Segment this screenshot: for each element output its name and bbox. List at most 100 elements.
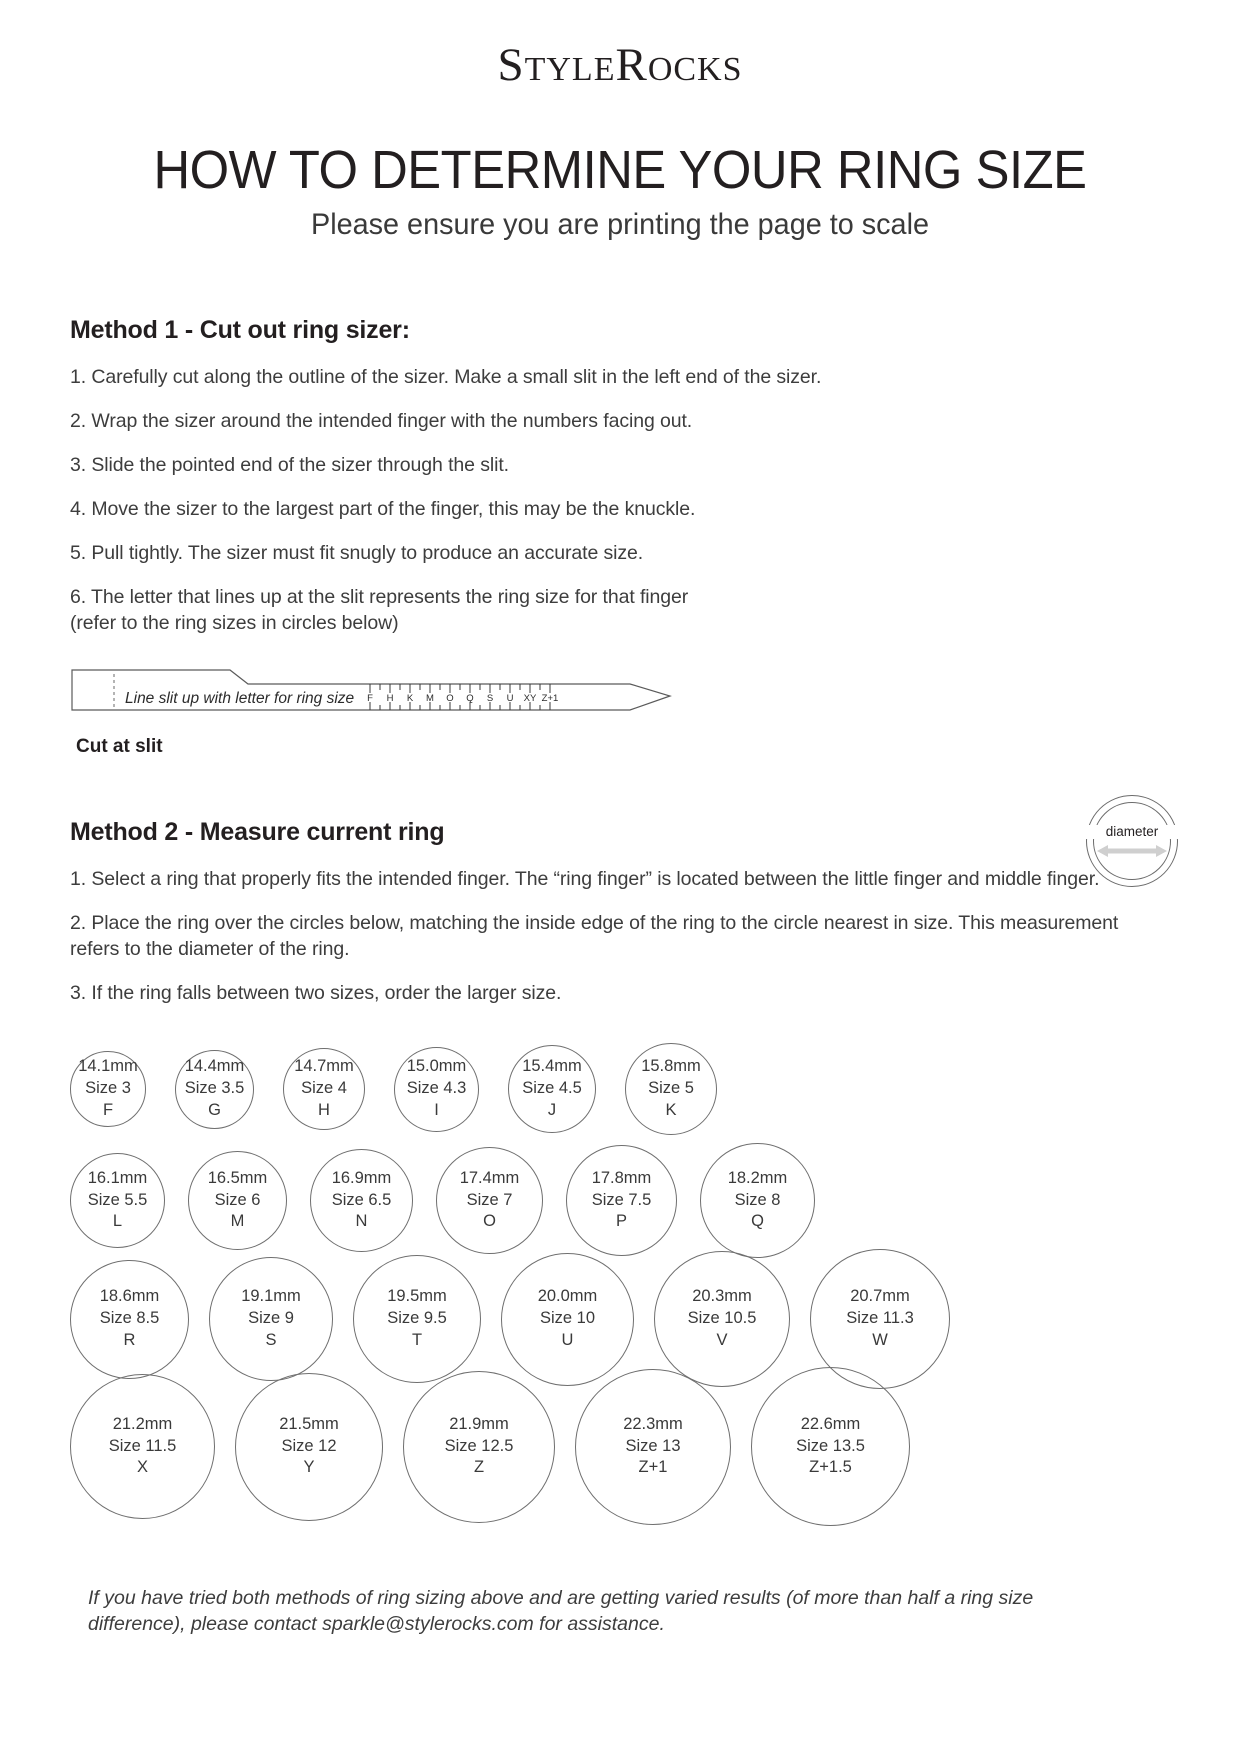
ring-size-cell: 22.6mm Size 13.5 Z+1.5 — [751, 1367, 910, 1526]
ring-size-mm: 20.7mm — [850, 1287, 910, 1306]
ring-size-number: Size 4.3 — [406, 1079, 467, 1098]
method-1-step-1: 1. Carefully cut along the outline of th… — [70, 366, 822, 388]
ring-size-mm: 15.0mm — [406, 1057, 467, 1076]
ring-size-guide-page: STYLEROCKS HOW TO DETERMINE YOUR RING SI… — [0, 0, 1240, 1753]
ring-size-cell: 21.5mm Size 12 Y — [235, 1372, 383, 1521]
ring-size-cell: 16.1mm Size 5.5 L — [70, 1153, 165, 1248]
ring-size-circle: 16.5mm Size 6 M — [188, 1151, 287, 1250]
ring-size-cell: 14.1mm Size 3 F — [70, 1051, 146, 1127]
ring-size-cell: 19.1mm Size 9 S — [209, 1257, 333, 1381]
footer-note: If you have tried both methods of ring s… — [88, 1587, 1034, 1636]
method-1-steps: 1. Carefully cut along the outline of th… — [70, 365, 1170, 636]
method-2-step-3: 3. If the ring falls between two sizes, … — [70, 982, 562, 1005]
ring-size-mm: 17.4mm — [459, 1168, 520, 1187]
sizer-scale-letter: S — [487, 693, 493, 704]
ring-sizer-svg: Line slit up with letter for ring size F… — [71, 669, 672, 712]
ring-sizer-strip: Line slit up with letter for ring size F… — [70, 662, 1170, 726]
ring-size-circle: 19.1mm Size 9 S — [209, 1257, 333, 1381]
ring-size-mm: 14.4mm — [184, 1057, 245, 1076]
ring-size-number: Size 10.5 — [687, 1309, 757, 1328]
diameter-arrow-icon — [1097, 845, 1167, 857]
ring-size-circle: 14.7mm Size 4 H — [283, 1048, 365, 1130]
ring-size-row: 14.1mm Size 3 F 14.4mm Size 3.5 G 14.7mm Size 4… — [70, 1035, 1170, 1143]
ring-size-number: Size 13.5 — [796, 1436, 865, 1455]
ring-size-row: 18.6mm Size 8.5 R 19.1mm Size 9 S 19.5mm Size 9… — [70, 1249, 1170, 1389]
ring-size-cell: 15.0mm Size 4.3 I — [394, 1046, 479, 1132]
ring-size-letter: G — [208, 1100, 221, 1119]
ring-size-circle: 17.4mm Size 7 O — [436, 1147, 543, 1254]
ring-size-cell: 21.2mm Size 11.5 X — [70, 1374, 215, 1519]
sizer-scale-letter: F — [367, 693, 373, 704]
ring-size-row: 16.1mm Size 5.5 L 16.5mm Size 6 M 16.9mm Size 6… — [70, 1143, 1170, 1258]
ring-size-mm: 21.2mm — [112, 1414, 173, 1433]
method-1-step-4: 4. Move the sizer to the largest part of… — [70, 497, 696, 520]
ring-size-letter: I — [434, 1100, 439, 1119]
ring-size-letter: H — [318, 1100, 330, 1119]
diameter-ring-illustration: diameter — [1086, 795, 1178, 887]
sizer-scale-letters: F H K M O Q S U XY Z+1 — [367, 693, 558, 704]
ring-size-letter: P — [615, 1212, 627, 1231]
ring-size-cell: 15.8mm Size 5 K — [625, 1043, 717, 1135]
ring-size-mm: 19.1mm — [241, 1287, 301, 1306]
method-2-steps: 1. Select a ring that properly fits the … — [70, 867, 1170, 1007]
ring-size-circle: 15.8mm Size 5 K — [625, 1043, 717, 1135]
sizer-scale-letter: XY — [524, 693, 537, 704]
ring-size-letter: O — [483, 1212, 496, 1231]
ring-size-mm: 14.7mm — [294, 1057, 354, 1076]
ring-size-number: Size 11.5 — [108, 1436, 177, 1455]
ring-size-mm: 21.5mm — [279, 1414, 339, 1433]
ring-size-mm: 21.9mm — [449, 1414, 509, 1433]
ring-size-circle: 14.4mm Size 3.5 G — [175, 1049, 254, 1129]
ring-size-cell: 17.8mm Size 7.5 P — [566, 1145, 677, 1256]
ring-size-circle: 16.1mm Size 5.5 L — [70, 1153, 165, 1248]
page-subtitle: Please ensure you are printing the page … — [310, 208, 929, 241]
ring-size-number: Size 7.5 — [591, 1190, 652, 1209]
sizer-scale-letter: K — [407, 693, 414, 704]
ring-size-number: Size 6 — [214, 1190, 261, 1209]
ring-size-mm: 14.1mm — [78, 1057, 138, 1076]
ring-size-number: Size 8 — [734, 1190, 781, 1209]
ring-size-letter: Z+1.5 — [809, 1458, 852, 1477]
method-2-step-1: 1. Select a ring that properly fits the … — [70, 868, 1100, 891]
ring-size-mm: 22.6mm — [800, 1414, 861, 1433]
ring-size-circle: 15.0mm Size 4.3 I — [394, 1046, 479, 1132]
method-1-step-3: 3. Slide the pointed end of the sizer th… — [70, 453, 509, 476]
ring-size-letter: W — [872, 1330, 888, 1349]
ring-size-cell: 15.4mm Size 4.5 J — [508, 1045, 596, 1133]
ring-size-cell: 22.3mm Size 13 Z+1 — [575, 1368, 731, 1525]
sizer-scale-letter: U — [507, 693, 514, 704]
ring-size-letter: T — [411, 1330, 423, 1349]
method-1-step-5: 5. Pull tightly. The sizer must fit snug… — [70, 541, 644, 564]
ring-size-circle: 19.5mm Size 9.5 T — [353, 1255, 481, 1383]
ring-size-mm: 15.4mm — [522, 1057, 582, 1076]
ring-size-cell: 16.9mm Size 6.5 N — [310, 1149, 413, 1252]
ring-size-circle: 17.8mm Size 7.5 P — [566, 1145, 677, 1256]
ring-size-letter: J — [547, 1100, 557, 1119]
method-1-step-6: 6. The letter that lines up at the slit … — [70, 585, 689, 634]
ring-size-number: Size 5.5 — [87, 1190, 148, 1209]
ring-size-cell: 21.9mm Size 12.5 Z — [403, 1370, 555, 1523]
sizer-scale-letter: M — [426, 693, 434, 704]
ring-size-number: Size 12.5 — [444, 1436, 514, 1455]
ring-size-mm: 16.9mm — [331, 1168, 392, 1187]
ring-size-cell: 20.0mm Size 10 U — [501, 1252, 634, 1386]
method-1-heading: Method 1 - Cut out ring sizer: — [70, 316, 410, 344]
ring-size-cell: 14.7mm Size 4 H — [283, 1048, 365, 1130]
sizer-scale-letter: Z+1 — [542, 693, 559, 704]
ring-size-mm: 17.8mm — [591, 1168, 652, 1187]
ring-size-number: Size 9.5 — [387, 1309, 447, 1328]
ring-size-mm: 20.3mm — [692, 1287, 752, 1306]
ring-size-circle: 18.6mm Size 8.5 R — [70, 1259, 189, 1379]
ring-size-letter: R — [123, 1330, 136, 1349]
ring-size-number: Size 11.3 — [846, 1309, 914, 1328]
brand-logo-tyle: TYLE — [524, 51, 616, 88]
page-title: HOW TO DETERMINE YOUR RING SIZE — [153, 140, 1087, 200]
ring-size-number: Size 10 — [539, 1309, 596, 1328]
ring-size-letter: K — [665, 1100, 677, 1119]
ring-size-mm: 15.8mm — [641, 1057, 701, 1076]
ring-size-circle: 20.0mm Size 10 U — [501, 1252, 634, 1386]
ring-size-cell: 17.4mm Size 7 O — [436, 1147, 543, 1254]
sizer-scale-letter: O — [446, 693, 453, 704]
ring-size-circle: 21.9mm Size 12.5 Z — [403, 1370, 555, 1523]
ring-size-letter: X — [136, 1458, 148, 1477]
